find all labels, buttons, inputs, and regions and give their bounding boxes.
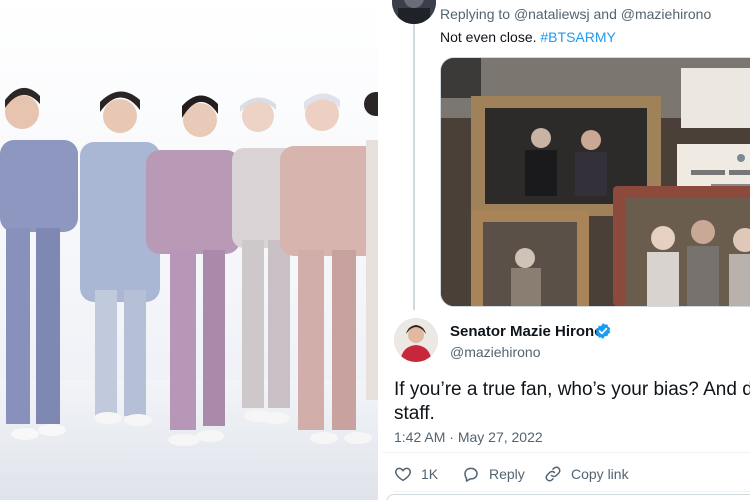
like-count: 1K (421, 466, 439, 482)
copy-link-label: Copy link (571, 466, 629, 482)
reply-label: Reply (489, 466, 525, 482)
divider (382, 452, 750, 453)
heart-icon (395, 467, 411, 482)
tweet-panel: Replying to @nataliewsj and @maziehirono… (382, 0, 750, 500)
group-photo-illustration (0, 87, 378, 500)
tweet-time: 1:42 AM (394, 429, 446, 445)
reply-author-avatar[interactable] (392, 0, 436, 24)
tweet-actions: 1K Reply Copy link (394, 463, 750, 485)
main-tweet-text: If you’re a true fan, who’s your bias? A… (394, 378, 750, 426)
divider (394, 491, 750, 492)
replying-to-line: Replying to @nataliewsj and @maziehirono (440, 6, 711, 22)
copy-link-button[interactable]: Copy link (544, 463, 629, 485)
replying-to-conjunction: and (593, 6, 617, 22)
author-avatar[interactable] (394, 318, 438, 362)
tweet-date: May 27, 2022 (457, 429, 543, 445)
person-figure (364, 92, 378, 400)
group-photo (0, 0, 378, 500)
replying-to-prefix: Replying to (440, 6, 511, 22)
meta-separator: · (449, 429, 454, 445)
reply-text-body: Not even close. (440, 29, 537, 45)
verified-badge-icon (595, 323, 611, 339)
next-card-edge (386, 494, 750, 500)
like-button[interactable]: 1K (394, 463, 438, 485)
author-handle[interactable]: @maziehirono (450, 344, 540, 360)
reply-handle-link[interactable]: @nataliewsj (514, 6, 590, 22)
person-figure (80, 91, 160, 426)
tweet-media-image[interactable] (440, 57, 750, 307)
thread-connector (413, 22, 415, 310)
hashtag-link[interactable]: #BTSARMY (540, 29, 615, 45)
reply-handle-link[interactable]: @maziehirono (621, 6, 711, 22)
tweet-timestamp[interactable]: 1:42 AM · May 27, 2022 (394, 429, 543, 445)
tweet-author: Senator Mazie Hirono @maziehirono (394, 318, 750, 364)
reply-icon (464, 467, 478, 482)
reply-tweet-text: Not even close. #BTSARMY (440, 29, 616, 45)
link-icon (545, 466, 561, 482)
photo-frames-image (441, 58, 750, 306)
tweet-text-line: If you’re a true fan, who’s your bias? A… (394, 379, 750, 400)
person-figure (232, 97, 298, 424)
author-display-name[interactable]: Senator Mazie Hirono (450, 323, 603, 340)
reply-button[interactable]: Reply (462, 463, 525, 485)
tweet-text-line: staff. (394, 403, 435, 424)
